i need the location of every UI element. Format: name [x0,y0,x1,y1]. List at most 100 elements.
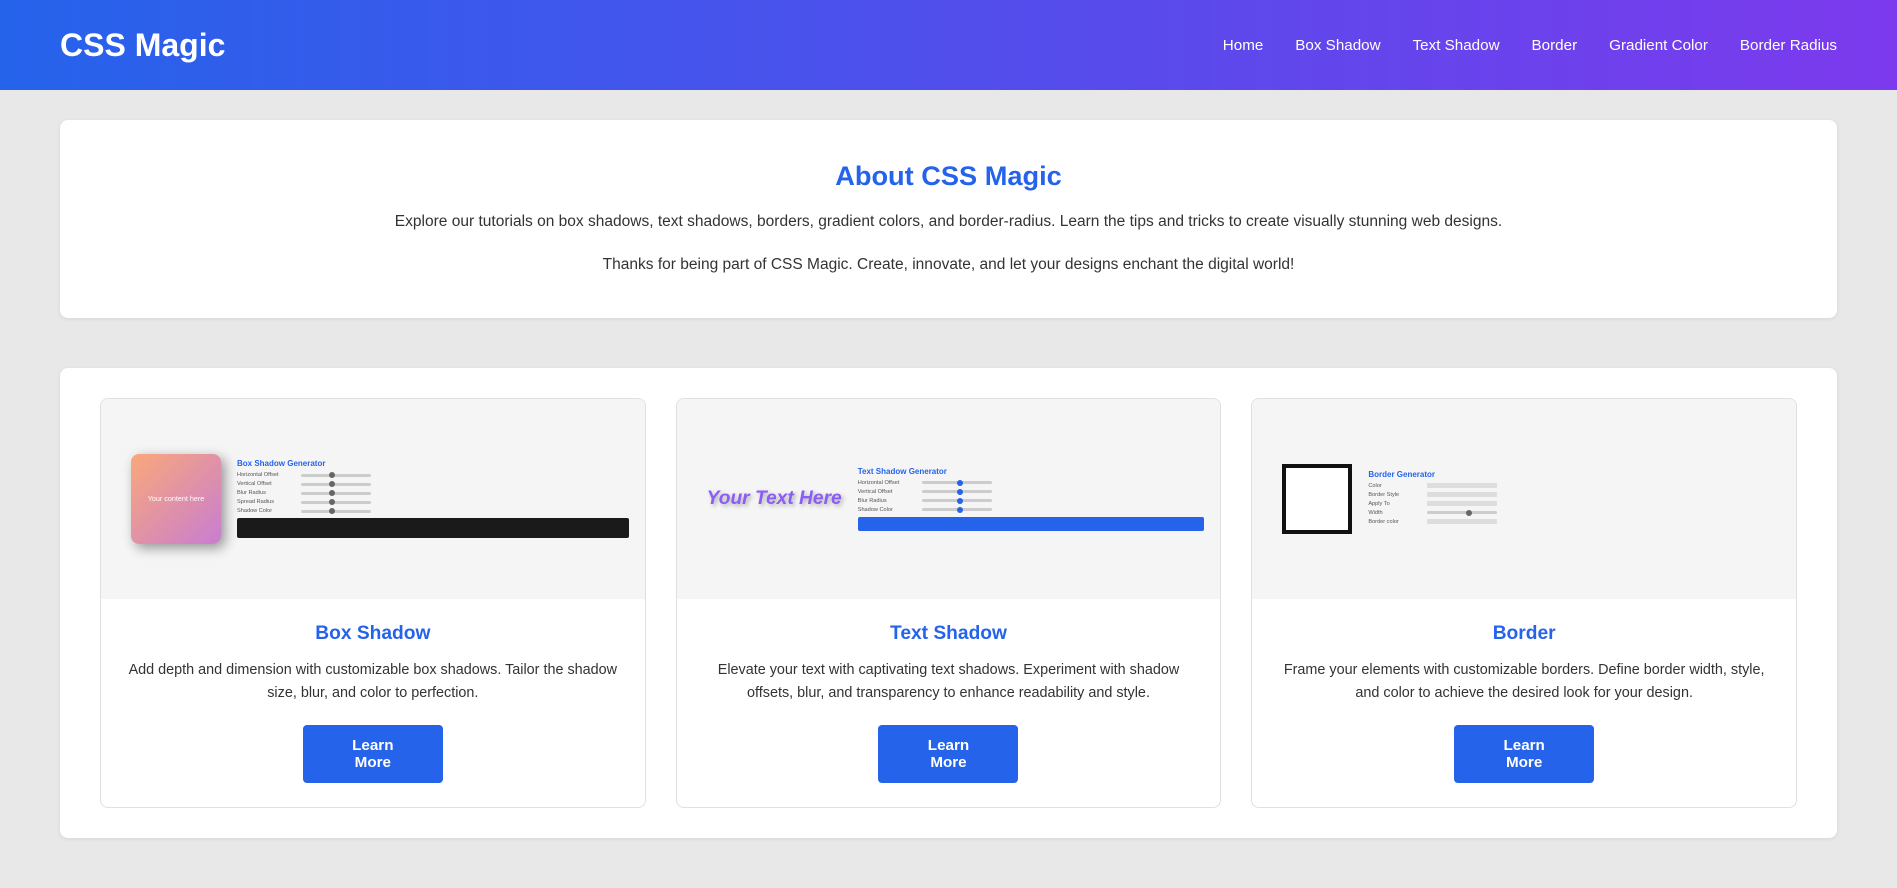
bs-form-row-5: Shadow Color [237,508,629,514]
cards-section: Your content here Box Shadow Generator H… [60,348,1837,858]
learn-more-box-shadow[interactable]: Learn More [303,725,443,783]
border-label-2: Border Style [1368,492,1423,498]
bs-slider-4 [301,501,371,504]
card-title-box-shadow: Box Shadow [315,623,430,645]
header: CSS Magic Home Box Shadow Text Shadow Bo… [0,0,1897,90]
about-description: Explore our tutorials on box shadows, te… [140,210,1757,235]
border-input-mock-2 [1427,492,1497,497]
border-form-row-5: Border color [1368,519,1780,525]
border-label-5: Border color [1368,519,1423,525]
nav-home[interactable]: Home [1223,37,1264,54]
border-slider-1 [1427,511,1497,514]
border-form-title: Border Generator [1368,470,1780,479]
ts-slider-dot-1 [957,480,963,486]
bs-form-mock: Box Shadow Generator Horizontal Offset V… [231,453,635,544]
bs-textarea-mock [237,518,629,538]
border-preview: Border Generator Color Border Style [1252,399,1796,599]
ts-text-display: Your Text Here [707,488,842,510]
border-form-row-1: Color [1368,483,1780,489]
site-title: CSS Magic [60,27,225,64]
text-shadow-preview: Your Text Here Text Shadow Generator Hor… [677,399,1221,599]
card-box-shadow: Your content here Box Shadow Generator H… [100,398,646,808]
border-input-mock-3 [1427,501,1497,506]
bs-label-3: Blur Radius [237,490,297,496]
card-border: Border Generator Color Border Style [1251,398,1797,808]
bs-colored-box: Your content here [131,454,221,544]
ts-slider-1 [922,481,992,484]
card-body-text-shadow: Text Shadow Elevate your text with capti… [677,599,1221,807]
card-text-shadow: Your Text Here Text Shadow Generator Hor… [676,398,1222,808]
bs-slider-5 [301,510,371,513]
nav-border-radius[interactable]: Border Radius [1740,37,1837,54]
border-input-mock-1 [1427,483,1497,488]
bs-slider-3 [301,492,371,495]
card-title-border: Border [1493,623,1556,645]
bs-form-row-4: Spread Radius [237,499,629,505]
nav-box-shadow[interactable]: Box Shadow [1295,37,1380,54]
ts-form-row-1: Horizontal Offset [858,480,1205,486]
card-body-box-shadow: Box Shadow Add depth and dimension with … [101,599,645,807]
bs-slider-dot-3 [329,490,335,496]
ts-label-1: Horizontal Offset [858,480,918,486]
bs-label-4: Spread Radius [237,499,297,505]
card-title-text-shadow: Text Shadow [890,623,1007,645]
border-input-mock-5 [1427,519,1497,524]
ts-slider-dot-4 [957,507,963,513]
card-image-text-shadow: Your Text Here Text Shadow Generator Hor… [677,399,1221,599]
ts-slider-dot-2 [957,489,963,495]
border-label-3: Apply To [1368,501,1423,507]
bs-label-1: Horizontal Offset [237,472,297,478]
ts-label-4: Shadow Color [858,507,918,513]
nav-text-shadow[interactable]: Text Shadow [1413,37,1500,54]
ts-label-3: Blur Radius [858,498,918,504]
bs-slider-dot-1 [329,472,335,478]
bs-form-row-1: Horizontal Offset [237,472,629,478]
bs-label-2: Vertical Offset [237,481,297,487]
border-label-4: Width [1368,510,1423,516]
bs-form-row-2: Vertical Offset [237,481,629,487]
bs-slider-2 [301,483,371,486]
ts-result-bar [858,517,1205,531]
ts-slider-4 [922,508,992,511]
ts-form-row-3: Blur Radius [858,498,1205,504]
ts-slider-2 [922,490,992,493]
nav-gradient-color[interactable]: Gradient Color [1609,37,1708,54]
ts-form-title: Text Shadow Generator [858,467,1205,476]
bs-form-row-3: Blur Radius [237,490,629,496]
about-title: About CSS Magic [140,160,1757,192]
card-desc-text-shadow: Elevate your text with captivating text … [697,659,1201,705]
cards-container: Your content here Box Shadow Generator H… [60,368,1837,838]
ts-label-2: Vertical Offset [858,489,918,495]
main-content: About CSS Magic Explore our tutorials on… [0,90,1897,888]
ts-form-row-4: Shadow Color [858,507,1205,513]
border-form-row-4: Width [1368,510,1780,516]
bs-box-text: Your content here [144,490,208,507]
border-form-row-3: Apply To [1368,501,1780,507]
box-shadow-preview: Your content here Box Shadow Generator H… [101,399,645,599]
card-desc-box-shadow: Add depth and dimension with customizabl… [121,659,625,705]
learn-more-border[interactable]: Learn More [1454,725,1594,783]
ts-form-mock: Text Shadow Generator Horizontal Offset … [852,461,1211,537]
bs-slider-dot-4 [329,499,335,505]
border-form-row-2: Border Style [1368,492,1780,498]
cards-grid: Your content here Box Shadow Generator H… [100,398,1797,808]
nav-border[interactable]: Border [1532,37,1578,54]
bs-form-title: Box Shadow Generator [237,459,629,468]
ts-slider-3 [922,499,992,502]
bs-label-5: Shadow Color [237,508,297,514]
main-nav: Home Box Shadow Text Shadow Border Gradi… [1223,37,1837,54]
card-image-box-shadow: Your content here Box Shadow Generator H… [101,399,645,599]
card-body-border: Border Frame your elements with customiz… [1252,599,1796,807]
ts-slider-dot-3 [957,498,963,504]
border-label-1: Color [1368,483,1423,489]
border-box-display [1282,464,1352,534]
bs-slider-dot-5 [329,508,335,514]
learn-more-text-shadow[interactable]: Learn More [878,725,1018,783]
about-thanks: Thanks for being part of CSS Magic. Crea… [140,253,1757,278]
card-desc-border: Frame your elements with customizable bo… [1272,659,1776,705]
bs-slider-dot-2 [329,481,335,487]
card-image-border: Border Generator Color Border Style [1252,399,1796,599]
border-slider-dot-1 [1466,510,1472,516]
about-section: About CSS Magic Explore our tutorials on… [60,120,1837,318]
border-form-mock: Border Generator Color Border Style [1362,464,1786,534]
